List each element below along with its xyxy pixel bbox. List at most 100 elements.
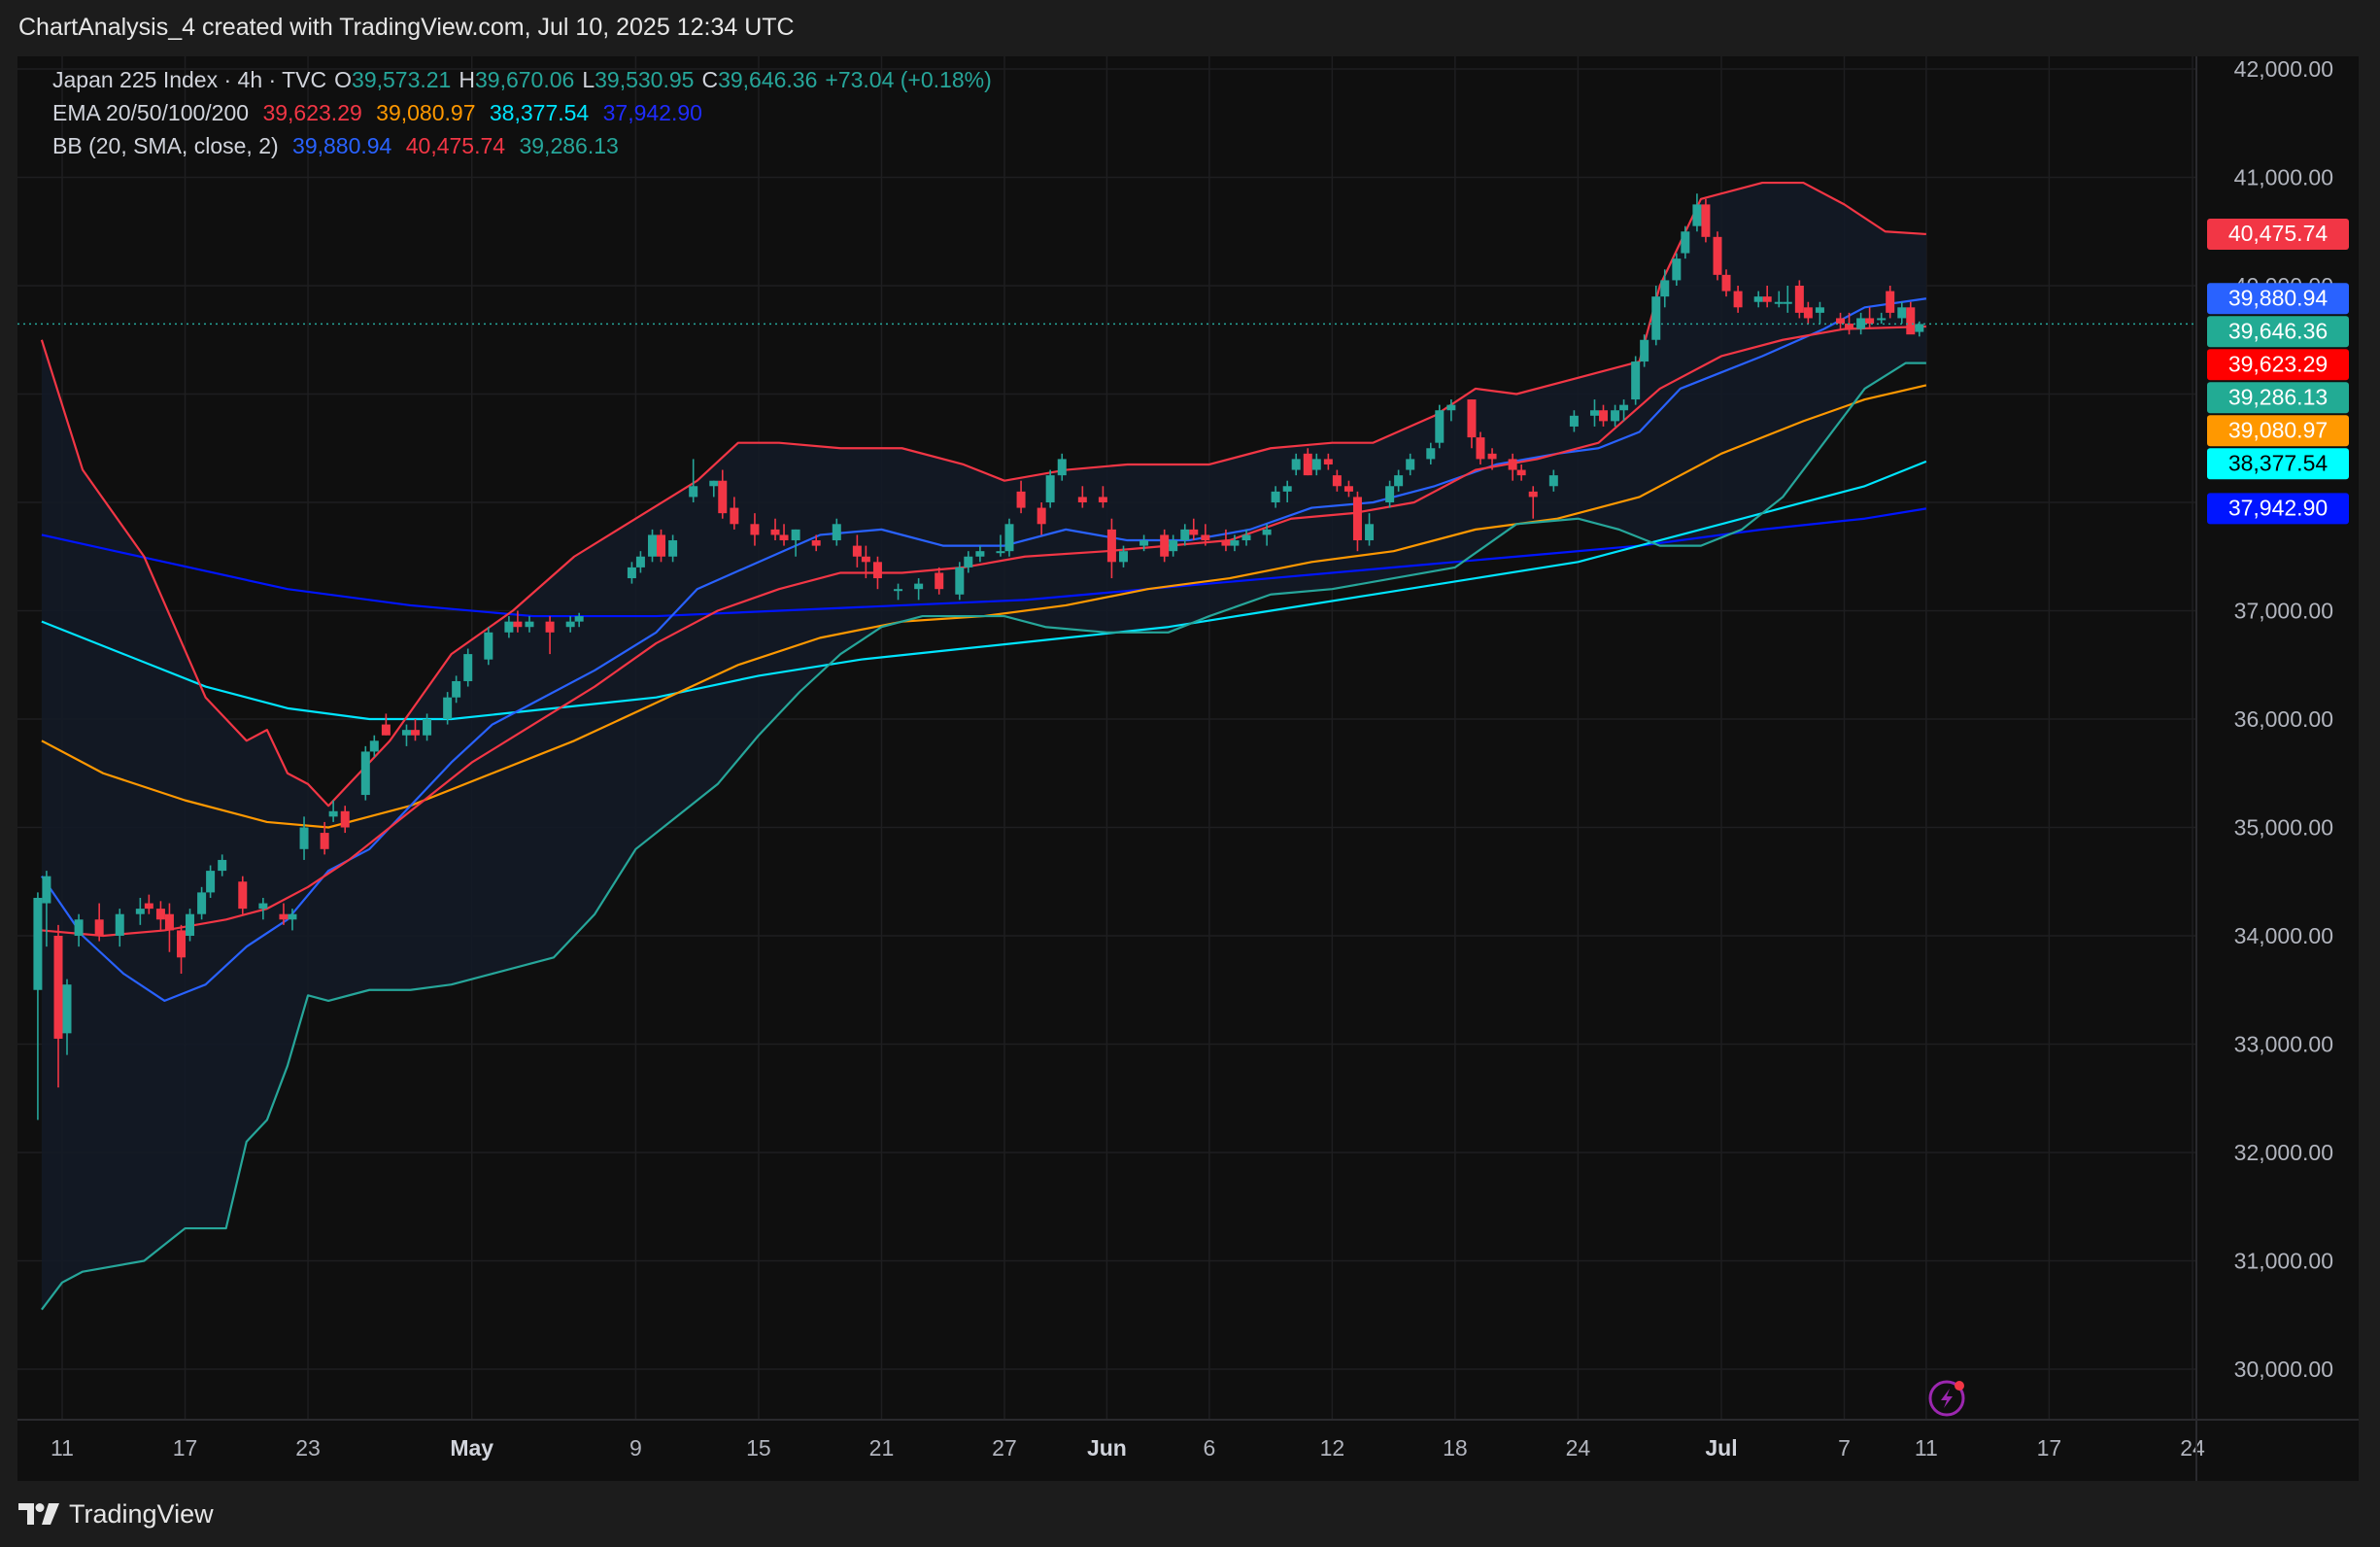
candle-body [1241,534,1251,541]
candle-body [1803,307,1813,319]
candle-body [574,616,584,622]
price-tag-label: 39,080.97 [2228,417,2328,442]
legend-change: +73.04 (+0.18%) [825,67,992,92]
candle-body [1548,475,1558,487]
x-axis-tick-label: 24 [2180,1435,2205,1461]
candle-body [648,534,658,557]
candle-body [1139,540,1149,546]
candle-body [1221,540,1231,546]
chart-svg[interactable]: 30,000.00 31,000.00 32,000.00 33,000.00 34,0… [17,56,2359,1481]
candle[interactable] [1435,404,1445,449]
legend-open: 39,573.21 [352,67,452,92]
price-tag-label: 39,646.36 [2228,318,2328,343]
legend-bb-label: BB (20, SMA, close, 2) [52,133,279,158]
candle-body [861,556,870,563]
x-axis-tick-label: 17 [2037,1435,2062,1461]
y-axis-tick-label: 35,000.00 [2234,815,2333,841]
tradingview-logo[interactable]: TradingView [18,1497,214,1530]
candle-body [914,583,924,590]
candle-body [955,567,965,595]
candle-body [423,719,432,736]
candle[interactable] [484,627,493,666]
candle-body [1180,529,1190,541]
legend-symbol-row: Japan 225 Index · 4h · TVC O39,573.21 H39,… [52,67,1000,93]
legend-bb-basis: 39,880.94 [292,133,392,158]
candle-body [1394,475,1404,487]
candle[interactable] [1794,280,1804,319]
y-axis-tick-label: 42,000.00 [2234,56,2333,82]
candle-body [1201,534,1210,541]
candle-body [340,810,350,828]
candle-body [1631,361,1641,400]
y-axis-tick-label: 37,000.00 [2234,599,2333,624]
candle-body [545,621,555,633]
legend-symbol: Japan 225 Index · 4h · TVC [52,67,327,92]
candle-body [1762,296,1772,302]
candle-body [1897,307,1907,319]
candle-body [135,909,145,914]
candle-body [718,480,728,514]
candle[interactable] [1701,198,1711,243]
candle-body [525,621,534,628]
candle-body [627,567,636,579]
candle-body [894,589,903,592]
candle-body [1045,475,1055,502]
candle[interactable] [955,562,965,601]
candle-body [410,730,420,736]
candle-body [1651,296,1661,340]
legend-ema20: 39,623.29 [262,100,362,125]
candle[interactable] [1713,231,1722,281]
chart-area[interactable]: 30,000.00 31,000.00 32,000.00 33,000.00 34,0… [17,56,2359,1481]
candle-body [1915,324,1924,332]
candle-body [218,859,227,872]
candle-body [1037,507,1046,525]
candle-body [975,551,985,557]
legend-bb-lower: 39,286.13 [519,133,619,158]
candle-body [1262,529,1272,535]
candle-body [770,529,780,535]
candle[interactable] [360,745,370,801]
candle-body [155,909,165,920]
candle[interactable] [1045,469,1055,508]
candle-body [657,534,666,557]
candle-body [1106,529,1116,563]
candle-body [1886,291,1895,313]
legend-open-key: O [334,67,353,92]
candle-body [964,556,973,567]
y-axis-tick-label: 33,000.00 [2234,1032,2333,1057]
candle-body [779,534,789,541]
legend-high-key: H [459,67,475,92]
candle-body [1098,497,1107,502]
candle-body [1169,540,1178,552]
candle-body [177,930,187,958]
price-tag-label: 39,880.94 [2228,285,2329,310]
candle-body [186,913,195,936]
candle-body [935,572,944,590]
candle-body [369,740,379,752]
candle-body [1783,301,1792,304]
legend-bb-upper: 40,475.74 [405,133,506,158]
candle-body [1271,491,1280,502]
candle-body [1426,448,1436,460]
candle[interactable] [1004,518,1014,557]
candle-body [62,984,72,1034]
x-axis-tick-label: 15 [746,1435,771,1461]
price-tag: 39,623.29 [2207,349,2349,381]
candle[interactable] [238,876,248,914]
candle-body [1528,491,1538,498]
candle-body [872,562,882,579]
candle[interactable] [1631,356,1641,405]
x-axis-tick-label: 24 [1566,1435,1591,1461]
candle-body [1323,459,1333,464]
price-tag: 39,646.36 [2207,316,2349,348]
candle-body [1619,404,1629,411]
candle-body [299,827,309,849]
candle-body [1721,274,1731,292]
price-tag-label: 37,942.90 [2228,495,2328,520]
candle-body [689,486,698,498]
legend-ema-row: EMA 20/50/100/200 39,623.29 39,080.97 38… [52,100,710,126]
x-axis-tick-label: Jun [1087,1435,1127,1461]
candle-body [1569,415,1579,427]
candle-body [1311,459,1321,470]
candle[interactable] [463,648,473,687]
